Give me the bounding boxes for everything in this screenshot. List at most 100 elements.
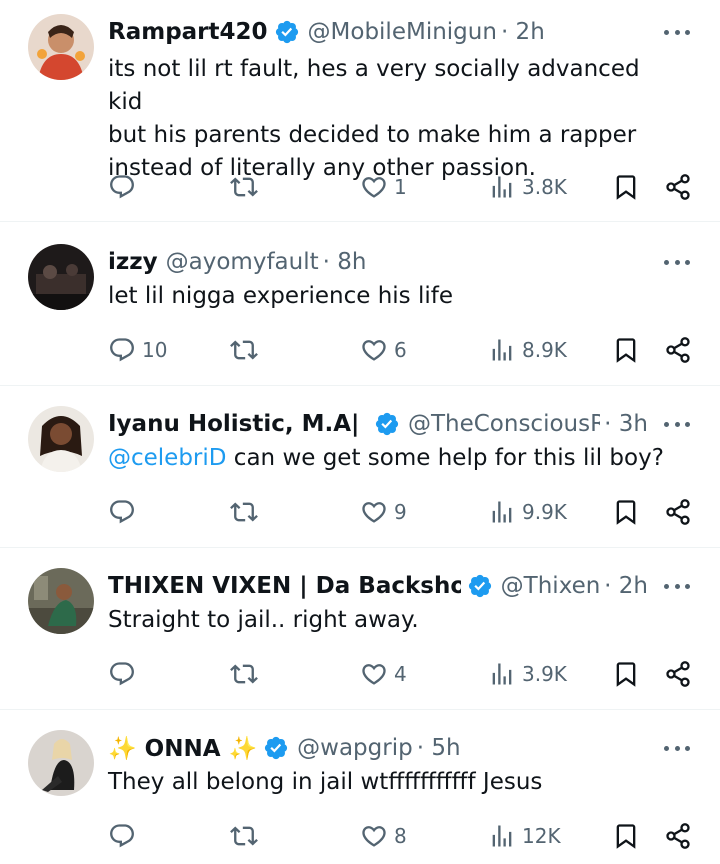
reply-icon [110, 338, 134, 362]
like-count: 1 [394, 175, 407, 199]
views-button[interactable]: 9.9K [488, 494, 567, 530]
reply-button[interactable] [108, 656, 142, 692]
post-header: izzy @ayomyfault · 8h [108, 244, 648, 280]
more-options-icon[interactable] [664, 414, 690, 434]
reply-count: 10 [142, 338, 168, 362]
bookmark-button[interactable] [612, 332, 640, 368]
more-options-icon[interactable] [664, 738, 690, 758]
avatar[interactable] [28, 14, 94, 80]
share-icon [666, 499, 690, 525]
post-header: THIXEN VIXEN | Da Backshot C @Thixen_ · … [108, 568, 648, 604]
share-button[interactable] [664, 169, 692, 205]
handle[interactable]: @TheConsciousRI [408, 411, 600, 437]
post-4[interactable]: THIXEN VIXEN | Da Backshot C @Thixen_ · … [0, 548, 720, 710]
reply-button[interactable] [108, 494, 142, 530]
share-button[interactable] [664, 494, 692, 530]
post-text-body: can we get some help for this lil boy? [226, 445, 664, 471]
verified-badge-icon [275, 20, 298, 44]
post-5[interactable]: ✨ ONNA ✨ @wapgrip · 5h They all belong in … [0, 710, 720, 864]
more-options-icon[interactable] [664, 576, 690, 596]
post-2[interactable]: izzy @ayomyfault · 8h let lil nigga expe… [0, 222, 720, 386]
display-name[interactable]: izzy [108, 249, 158, 275]
handle[interactable]: @ayomyfault [166, 249, 319, 275]
post-1[interactable]: Rampart420 @MobileMinigun · 2h its not l… [0, 0, 720, 222]
share-icon [666, 174, 690, 200]
reply-icon [110, 500, 134, 524]
views-button[interactable]: 8.9K [488, 332, 567, 368]
avatar[interactable] [28, 568, 94, 634]
more-options-icon[interactable] [664, 252, 690, 272]
views-button[interactable]: 3.9K [488, 656, 567, 692]
action-bar: 10 6 8.9K [108, 332, 720, 368]
bookmark-button[interactable] [612, 818, 640, 854]
timestamp[interactable]: · 3h [604, 411, 648, 437]
timestamp[interactable]: · 2h [501, 19, 545, 45]
avatar[interactable] [28, 244, 94, 310]
like-button[interactable]: 8 [360, 818, 407, 854]
reply-button[interactable] [108, 169, 142, 205]
display-name-text: ONNA [144, 735, 221, 762]
avatar[interactable] [28, 406, 94, 472]
bookmark-button[interactable] [612, 494, 640, 530]
reply-button[interactable] [108, 818, 142, 854]
like-button[interactable]: 1 [360, 169, 407, 205]
share-icon [666, 823, 690, 849]
share-icon [666, 337, 690, 363]
bookmark-button[interactable] [612, 656, 640, 692]
share-button[interactable] [664, 818, 692, 854]
repost-button[interactable] [230, 332, 258, 368]
heart-icon [362, 340, 386, 361]
bookmark-button[interactable] [612, 169, 640, 205]
display-name[interactable]: THIXEN VIXEN | Da Backshot C [108, 573, 461, 599]
views-button[interactable]: 12K [488, 818, 561, 854]
like-button[interactable]: 9 [360, 494, 407, 530]
heart-icon [362, 826, 386, 847]
repost-button[interactable] [230, 818, 258, 854]
verified-badge-icon [468, 574, 491, 598]
like-count: 8 [394, 824, 407, 848]
mention-link[interactable]: @celebriD [108, 445, 227, 471]
handle[interactable]: @MobileMinigun [308, 19, 497, 45]
handle[interactable]: @Thixen_ [501, 573, 600, 599]
views-icon [492, 501, 512, 523]
action-bar: 9 9.9K [108, 494, 720, 530]
bookmark-icon [616, 175, 636, 200]
sparkles-icon: ✨ [108, 735, 137, 762]
repost-icon [230, 177, 258, 197]
display-name[interactable]: Rampart420 [108, 19, 268, 45]
repost-icon [230, 502, 258, 522]
post-3[interactable]: Iyanu Holistic, M.A| R @TheConsciousRI ·… [0, 386, 720, 548]
avatar[interactable] [28, 730, 94, 796]
share-icon [666, 661, 690, 687]
action-bar: 4 3.9K [108, 656, 720, 692]
display-name[interactable]: Iyanu Holistic, M.A| R [108, 411, 368, 437]
repost-button[interactable] [230, 494, 258, 530]
like-button[interactable]: 4 [360, 656, 407, 692]
reply-icon [110, 824, 134, 848]
more-options-icon[interactable] [664, 22, 690, 42]
timestamp[interactable]: · 2h [604, 573, 648, 599]
like-button[interactable]: 6 [360, 332, 407, 368]
timestamp[interactable]: · 8h [323, 249, 367, 275]
action-bar: 8 12K [108, 818, 720, 854]
reply-button[interactable]: 10 [108, 332, 167, 368]
share-button[interactable] [664, 332, 692, 368]
bookmark-icon [616, 500, 636, 525]
repost-button[interactable] [230, 656, 258, 692]
handle[interactable]: @wapgrip [297, 735, 413, 761]
display-name[interactable]: ✨ ONNA ✨ [108, 735, 257, 762]
views-button[interactable]: 3.8K [488, 169, 567, 205]
heart-icon [362, 664, 386, 685]
post-text: its not lil rt fault, hes a very sociall… [108, 56, 640, 181]
reply-icon [110, 175, 134, 199]
verified-badge-icon [265, 736, 288, 760]
post-text: let lil nigga experience his life [108, 283, 453, 309]
share-button[interactable] [664, 656, 692, 692]
like-count: 6 [394, 338, 407, 362]
heart-icon [362, 177, 386, 198]
action-bar: 1 3.8K [108, 169, 720, 205]
view-count: 9.9K [522, 500, 567, 524]
sparkles-icon: ✨ [228, 735, 258, 762]
timestamp[interactable]: · 5h [417, 735, 461, 761]
repost-button[interactable] [230, 169, 258, 205]
